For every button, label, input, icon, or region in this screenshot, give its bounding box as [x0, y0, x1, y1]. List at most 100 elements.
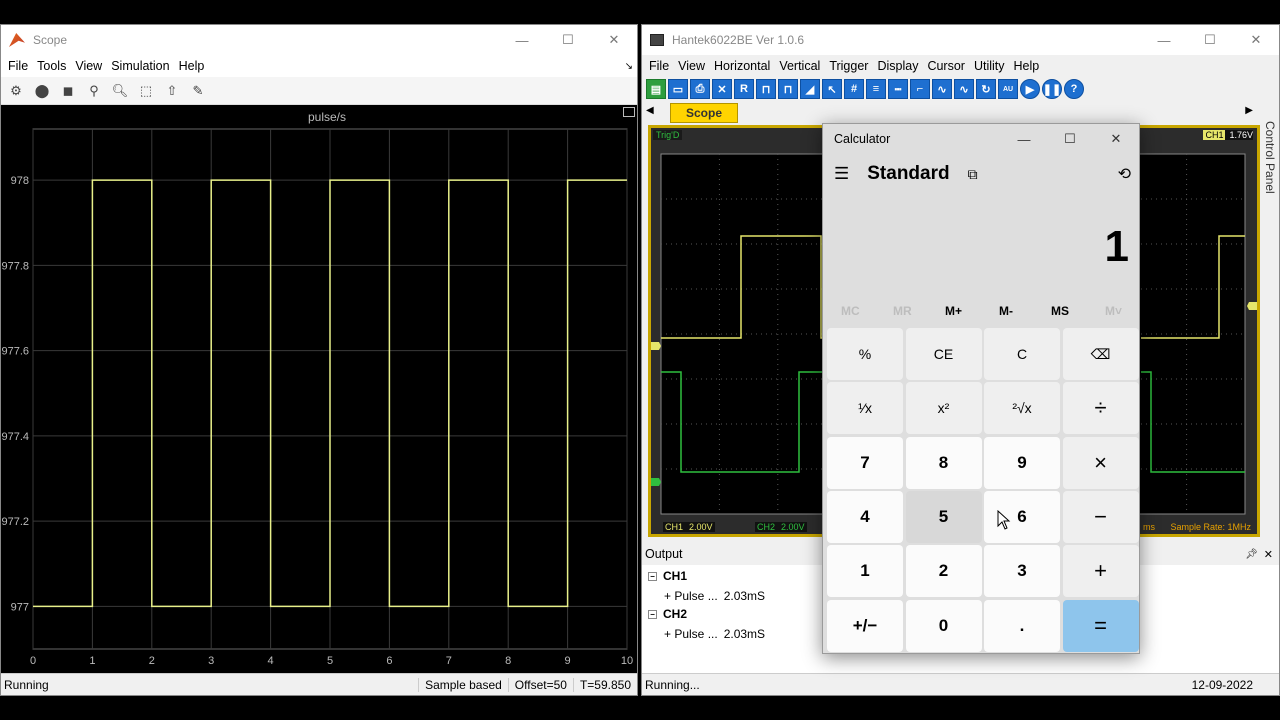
- triggers-icon[interactable]: ⇧: [161, 81, 183, 101]
- digit-8-button[interactable]: 8: [905, 436, 982, 489]
- auto-icon[interactable]: AU: [998, 79, 1018, 99]
- divide-button[interactable]: ÷: [1062, 382, 1139, 435]
- maximize-button[interactable]: ☐: [545, 25, 591, 55]
- run-button-icon[interactable]: ⬤: [31, 81, 53, 101]
- clear-button[interactable]: C: [984, 328, 1060, 380]
- subtract-button[interactable]: −: [1062, 490, 1139, 543]
- decimal-button[interactable]: .: [984, 599, 1060, 652]
- digit-2-button[interactable]: 2: [905, 545, 982, 598]
- close-button[interactable]: ✕: [1093, 124, 1139, 154]
- menu-view[interactable]: View: [678, 59, 705, 73]
- tab-scroll-right-icon[interactable]: ▶: [1245, 105, 1253, 116]
- trigger-marker[interactable]: [1247, 302, 1257, 310]
- digit-9-button[interactable]: 9: [984, 436, 1060, 489]
- menu-view[interactable]: View: [75, 59, 102, 73]
- stop-button-icon[interactable]: ◼: [57, 81, 79, 101]
- dashes-icon[interactable]: ┅: [888, 79, 908, 99]
- dock-icon[interactable]: ↘: [625, 61, 633, 72]
- tab-scroll-left-icon[interactable]: ◀: [646, 105, 654, 116]
- run-icon[interactable]: ▶: [1020, 79, 1040, 99]
- autoscale-icon[interactable]: ⬚: [135, 81, 157, 101]
- save-icon[interactable]: ▭: [668, 79, 688, 99]
- close-button[interactable]: ✕: [591, 25, 637, 55]
- menu-help[interactable]: Help: [1014, 59, 1040, 73]
- minimize-button[interactable]: —: [1001, 124, 1047, 154]
- xy-icon[interactable]: ✕: [712, 79, 732, 99]
- equals-button[interactable]: =: [1062, 599, 1139, 652]
- collapse-icon[interactable]: −: [648, 571, 657, 581]
- hamburger-menu-icon[interactable]: ☰: [834, 164, 849, 184]
- clear-entry-button[interactable]: CE: [905, 328, 982, 380]
- menu-simulation[interactable]: Simulation: [111, 59, 169, 73]
- open-icon[interactable]: ▤: [646, 79, 666, 99]
- digit-4-button[interactable]: 4: [827, 490, 903, 543]
- undock-icon[interactable]: [623, 107, 635, 117]
- r-icon[interactable]: R: [734, 79, 754, 99]
- refresh-icon[interactable]: ↻: [976, 79, 996, 99]
- tab-scope[interactable]: Scope: [670, 103, 738, 123]
- close-button[interactable]: ✕: [1233, 25, 1279, 55]
- maximize-button[interactable]: ☐: [1047, 124, 1093, 154]
- ch2-marker[interactable]: [651, 478, 661, 486]
- memory-mplus-button[interactable]: M+: [945, 304, 962, 318]
- backspace-button[interactable]: ⌫: [1062, 328, 1139, 380]
- add-button[interactable]: +: [1062, 545, 1139, 598]
- history-icon[interactable]: ⟲: [1118, 164, 1131, 184]
- scope-statusbar: Running Sample based Offset=50 T=59.850: [1, 673, 637, 695]
- menu-tools[interactable]: Tools: [37, 59, 66, 73]
- pulse2-icon[interactable]: ⊓: [778, 79, 798, 99]
- digit-7-button[interactable]: 7: [827, 436, 903, 489]
- control-panel-tab[interactable]: Control Panel: [1263, 121, 1277, 194]
- print-icon[interactable]: ⎙: [690, 79, 710, 99]
- help-icon[interactable]: ?: [1064, 79, 1084, 99]
- cursor-icon[interactable]: ↖: [822, 79, 842, 99]
- y-tick-label: 977.8: [1, 260, 29, 272]
- calculator-window: Calculator — ☐ ✕ ☰ Standard ⧉ ⟲ 1 MC MR M+…: [822, 123, 1140, 654]
- minimize-button[interactable]: —: [1141, 25, 1187, 55]
- grid-icon[interactable]: #: [844, 79, 864, 99]
- digit-1-button[interactable]: 1: [827, 545, 903, 598]
- keep-on-top-icon[interactable]: ⧉: [968, 166, 978, 183]
- digit-3-button[interactable]: 3: [984, 545, 1060, 598]
- wave-icon[interactable]: ∿: [954, 79, 974, 99]
- step-icon[interactable]: ⌐: [910, 79, 930, 99]
- ch1-marker[interactable]: [651, 342, 661, 350]
- maximize-button[interactable]: ☐: [1187, 25, 1233, 55]
- minimize-button[interactable]: —: [499, 25, 545, 55]
- square-button[interactable]: x²: [905, 382, 982, 435]
- menu-cursor[interactable]: Cursor: [927, 59, 965, 73]
- percent-button[interactable]: %: [827, 328, 903, 380]
- multiply-button[interactable]: ×: [1062, 436, 1139, 489]
- menu-utility[interactable]: Utility: [974, 59, 1005, 73]
- ramp-icon[interactable]: ◢: [800, 79, 820, 99]
- menu-horizontal[interactable]: Horizontal: [714, 59, 770, 73]
- reciprocal-button[interactable]: ¹⁄x: [827, 382, 903, 435]
- menu-display[interactable]: Display: [877, 59, 918, 73]
- measurements-icon[interactable]: ✎: [187, 81, 209, 101]
- memory-ms-button[interactable]: MS: [1051, 304, 1069, 318]
- zoom-icon[interactable]: 🔍︎: [109, 81, 131, 101]
- lines-icon[interactable]: ≡: [866, 79, 886, 99]
- hantek-menubar: File View Horizontal Vertical Trigger Di…: [642, 55, 1279, 77]
- memory-mminus-button[interactable]: M-: [999, 304, 1013, 318]
- digit-0-button[interactable]: 0: [905, 599, 982, 652]
- highlight-signal-icon[interactable]: ⚲: [83, 81, 105, 101]
- menu-trigger[interactable]: Trigger: [829, 59, 868, 73]
- menu-help[interactable]: Help: [179, 59, 205, 73]
- pause-icon[interactable]: ❚❚: [1042, 79, 1062, 99]
- menu-file[interactable]: File: [8, 59, 28, 73]
- digit-6-button[interactable]: 6: [984, 490, 1060, 543]
- settings-gear-icon[interactable]: ⚙: [5, 81, 27, 101]
- sine-icon[interactable]: ∿: [932, 79, 952, 99]
- scope-plot[interactable]: pulse/s 0 1 2 3 4 5 6 7 8 9 10 977 977.2 977.4 977.6 97…: [1, 105, 637, 675]
- collapse-icon[interactable]: −: [648, 609, 657, 619]
- menu-file[interactable]: File: [649, 59, 669, 73]
- close-panel-icon[interactable]: ✕: [1264, 548, 1273, 561]
- square-root-button[interactable]: ²√x: [984, 382, 1060, 435]
- digit-5-button[interactable]: 5: [905, 490, 982, 543]
- menu-vertical[interactable]: Vertical: [779, 59, 820, 73]
- pin-icon[interactable]: 📌︎: [1245, 549, 1258, 560]
- x-tick-label: 2: [149, 655, 155, 667]
- pulse-icon[interactable]: ⊓: [756, 79, 776, 99]
- negate-button[interactable]: +/−: [827, 599, 903, 652]
